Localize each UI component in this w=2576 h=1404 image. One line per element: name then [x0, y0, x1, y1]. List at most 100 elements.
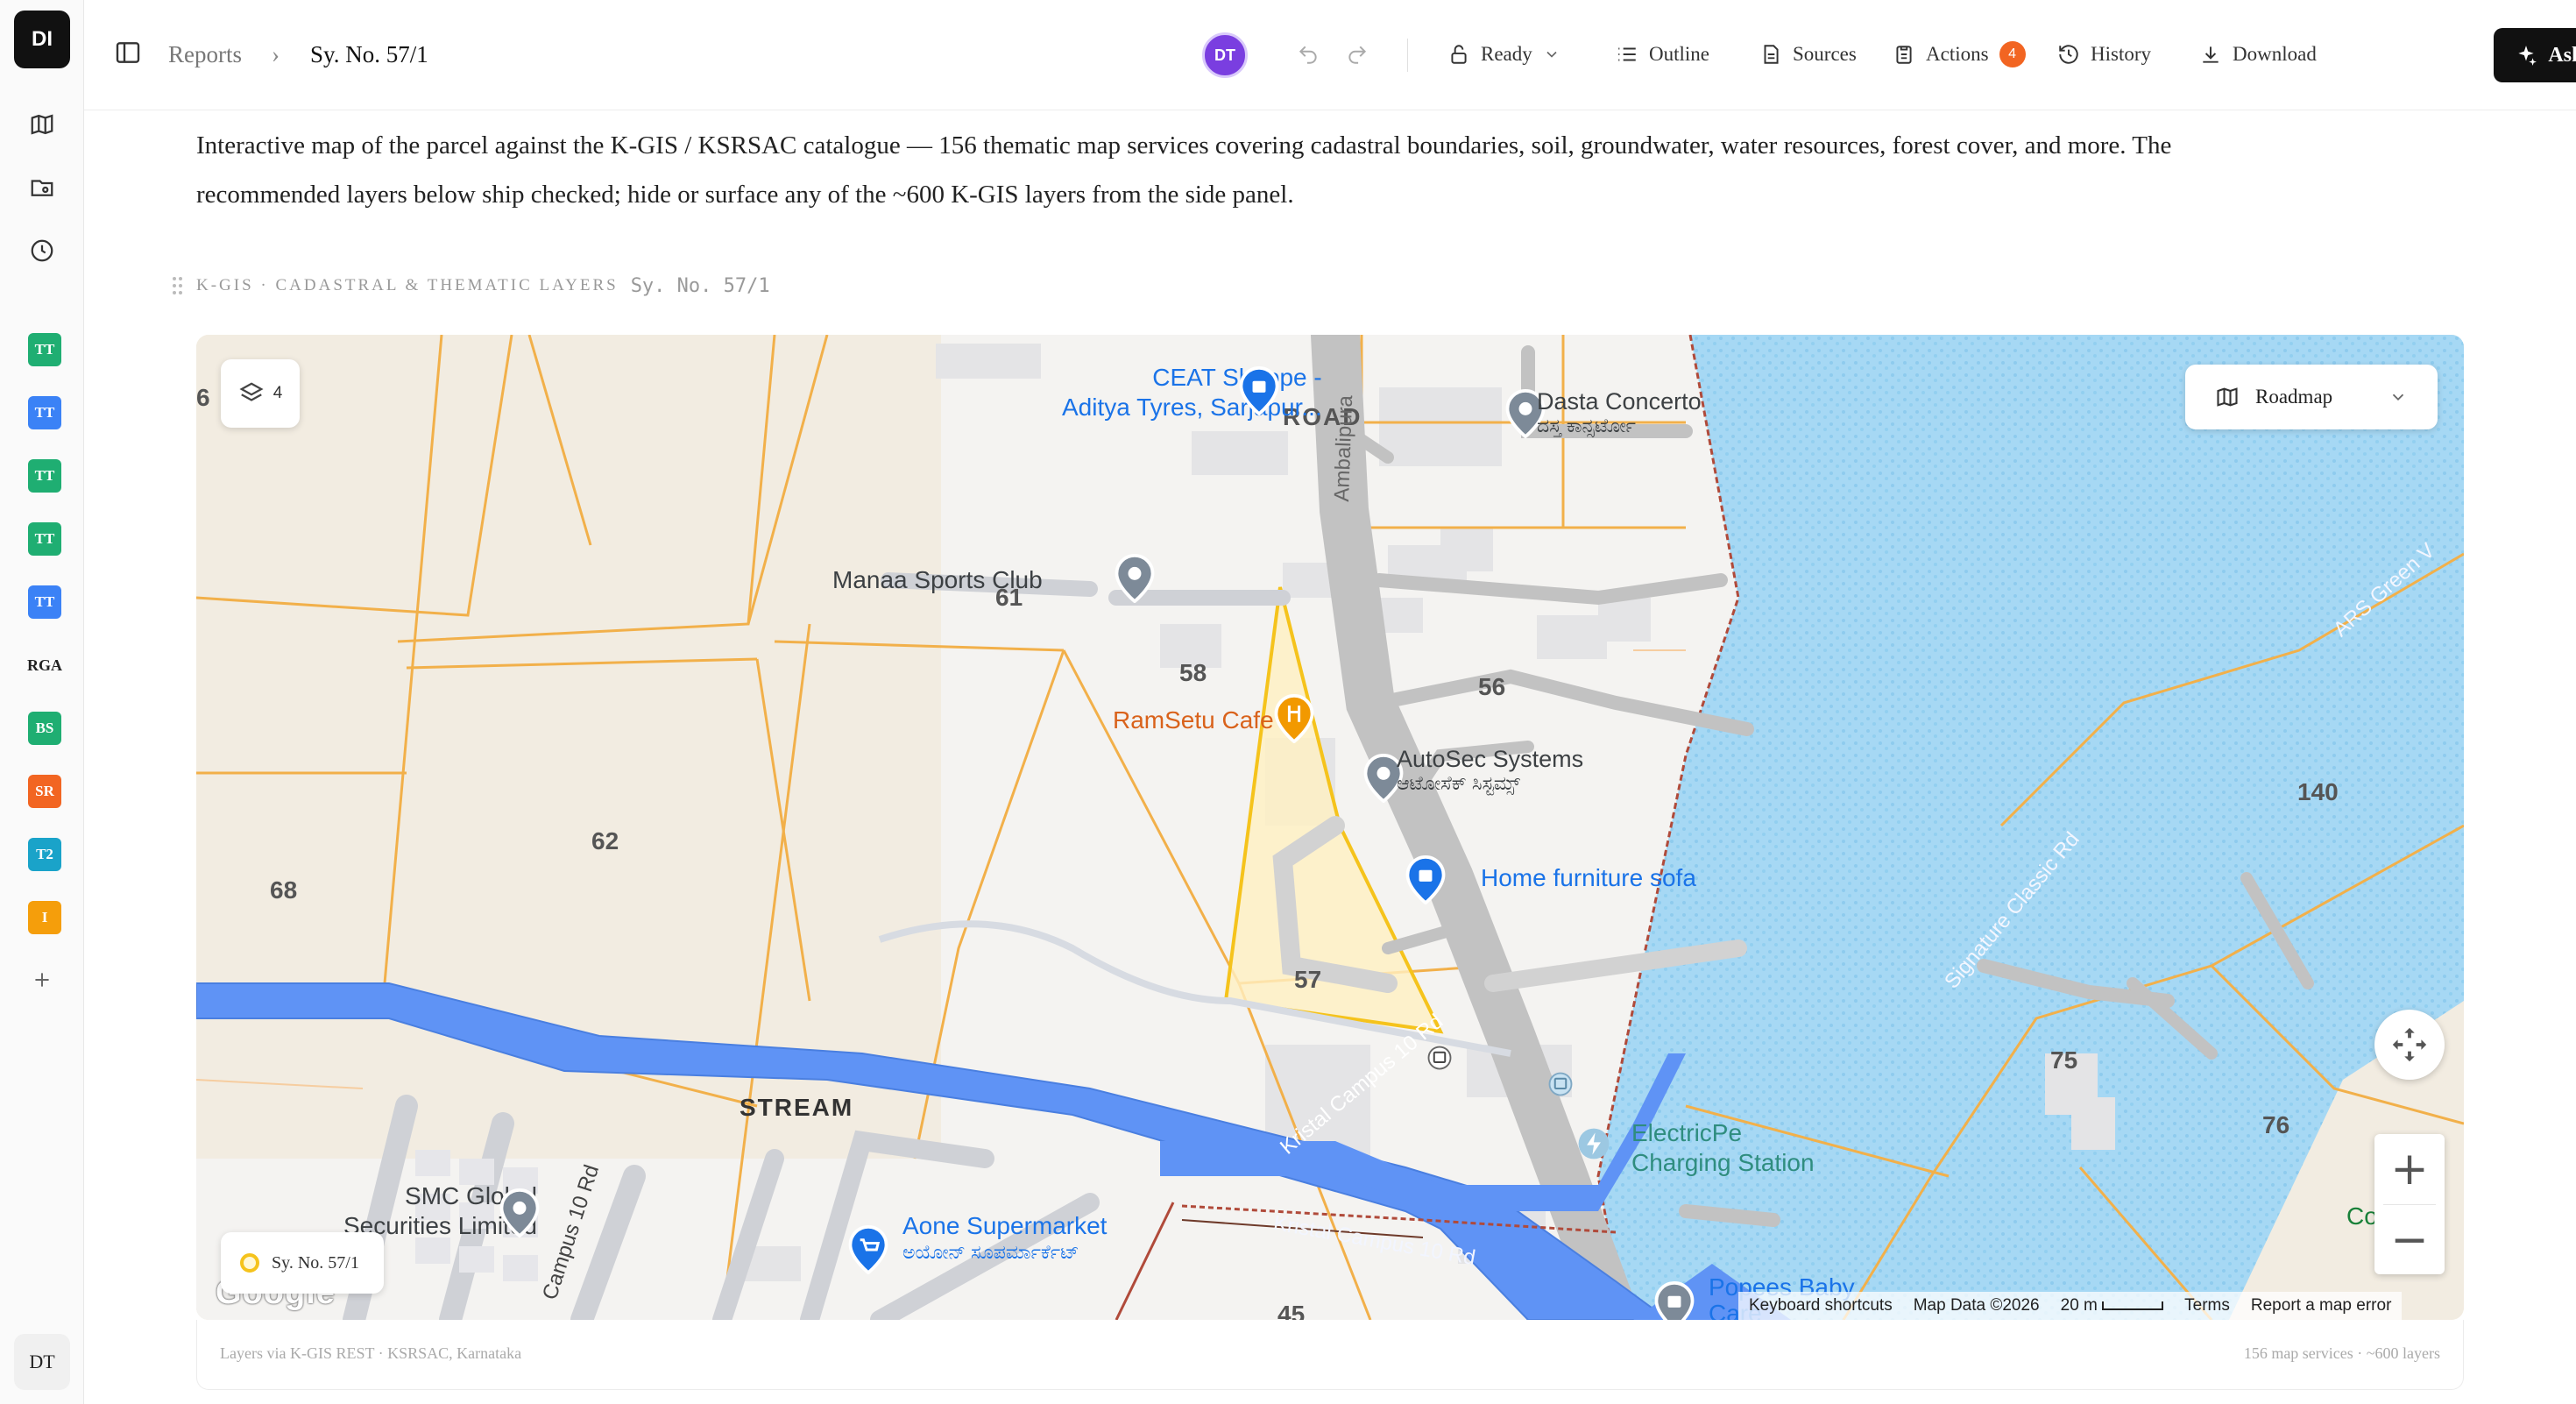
keyboard-shortcuts-link[interactable]: Keyboard shortcuts — [1749, 1296, 1893, 1315]
poi-electricpe[interactable]: ElectricPe Charging Station — [1631, 1118, 1815, 1178]
scale-bar — [2102, 1301, 2164, 1310]
section-label: K-GIS · CADASTRAL & THEMATIC LAYERS — [196, 276, 619, 294]
parcel-number: 76 — [2262, 1111, 2290, 1138]
place-pin-icon[interactable] — [499, 1188, 540, 1237]
layers-button[interactable]: 4 — [221, 359, 300, 428]
fullscreen-button[interactable] — [2374, 1010, 2445, 1080]
poi-aone-supermarket[interactable]: Aone Supermarket ಅಯೋನ್ ಸೂಪರ್ಮಾರ್ಕೆಟ್ — [902, 1213, 1107, 1266]
parcel-number: 56 — [1478, 673, 1506, 700]
shopping-pin-icon[interactable] — [1405, 855, 1446, 904]
map-icon — [2217, 387, 2238, 407]
map-footer: Layers via K-GIS REST · KSRSAC, Karnatak… — [196, 1320, 2464, 1390]
parcel-number: 45 — [1277, 1301, 1306, 1320]
bus-stop-icon[interactable] — [1426, 1045, 1453, 1071]
poi-ramsetu-cafe[interactable]: RamSetu Cafe — [1113, 706, 1274, 734]
history-button[interactable]: History — [2057, 33, 2151, 75]
sidebar-toggle-icon[interactable] — [114, 39, 145, 70]
undo-button[interactable] — [1297, 33, 1320, 75]
breadcrumb-current: Sy. No. 57/1 — [310, 41, 428, 67]
zoom-in-button[interactable]: + — [2374, 1134, 2445, 1204]
breadcrumb-reports[interactable]: Reports — [168, 39, 242, 70]
restaurant-pin-icon[interactable] — [1274, 694, 1314, 743]
terms-link[interactable]: Terms — [2184, 1296, 2230, 1315]
outline-button[interactable]: Outline — [1616, 33, 1709, 75]
fullscreen-icon — [2392, 1027, 2427, 1062]
workspace-tt-2[interactable]: TT — [28, 396, 61, 429]
sources-button[interactable]: Sources — [1759, 33, 1857, 75]
undo-icon — [1299, 46, 1317, 64]
breadcrumb-separator: › — [272, 41, 280, 67]
basemap-dropdown[interactable]: Roadmap — [2185, 365, 2438, 429]
document-icon — [1764, 45, 1779, 64]
workspace-t2[interactable]: T2 — [28, 838, 61, 871]
workspace-tt-5[interactable]: TT — [28, 585, 61, 619]
parcel-swatch — [240, 1253, 259, 1273]
scale-indicator[interactable]: 20 m — [2061, 1296, 2164, 1315]
parcel-number: 58 — [1179, 659, 1207, 686]
user-avatar[interactable]: DT — [14, 1334, 70, 1390]
toolbar-divider — [1407, 39, 1408, 72]
shopping-pin-icon[interactable] — [1654, 1281, 1695, 1320]
stream-label: STREAM — [740, 1094, 854, 1121]
intro-paragraph: Interactive map of the parcel against th… — [196, 121, 2404, 219]
road-label: Ambalipura — [1330, 394, 1358, 502]
ask-ai-button[interactable]: Ask AI — [2494, 28, 2576, 82]
ev-charging-icon[interactable] — [1577, 1127, 1610, 1160]
workspace-tt-4[interactable]: TT — [28, 522, 61, 556]
workspace-rga-logo[interactable]: RGA — [27, 649, 62, 682]
poi-dasta[interactable]: Dasta Concerto ದಸ್ತ ಕಾನ್ಸರ್ಟೋ — [1537, 389, 1702, 438]
shopping-pin-icon[interactable] — [1239, 366, 1279, 415]
actions-count-badge: 4 — [1999, 41, 2026, 67]
redo-icon — [1348, 46, 1367, 64]
section-survey-number: Sy. No. 57/1 — [630, 274, 770, 297]
download-button[interactable]: Download — [2199, 33, 2317, 75]
top-bar: Reports › Sy. No. 57/1 DT Ready Outline … — [84, 0, 2576, 110]
report-error-link[interactable]: Report a map error — [2251, 1296, 2392, 1315]
status-label: Ready — [1481, 43, 1532, 65]
parcel-chip-label: Sy. No. 57/1 — [272, 1252, 359, 1273]
layer-count: 4 — [272, 384, 283, 402]
drag-handle-icon[interactable] — [172, 275, 184, 296]
sparkle-icon — [2518, 46, 2537, 66]
layers-icon — [239, 382, 264, 401]
zoom-out-button[interactable]: − — [2374, 1205, 2445, 1275]
lock-open-icon — [1451, 45, 1467, 64]
parcel-legend-chip[interactable]: Sy. No. 57/1 — [221, 1232, 384, 1294]
intro-line-1: Interactive map of the parcel against th… — [196, 131, 2172, 160]
parcel-number: 62 — [591, 827, 619, 854]
app-logo[interactable]: DI — [14, 11, 70, 68]
app-rail: DI TT TT TT TT TT RGA BS SR T2 I DT — [0, 0, 84, 1404]
basemap-label: Roadmap — [2255, 386, 2333, 408]
layers-source-note: Layers via K-GIS REST · KSRSAC, Karnatak… — [220, 1344, 522, 1362]
bus-stop-icon[interactable] — [1547, 1071, 1574, 1097]
poi-ceat[interactable]: CEAT Shoppe - Aditya Tyres, Sarjapur... — [1062, 363, 1322, 422]
actions-button[interactable]: Actions 4 — [1893, 33, 2026, 75]
status-dropdown[interactable]: Ready — [1447, 33, 1560, 75]
map-attribution: Keyboard shortcuts Map Data ©2026 20 m T… — [1738, 1292, 2403, 1320]
poi-manaa-sports[interactable]: Manaa Sports Club — [832, 566, 1043, 594]
workspace-tt-3[interactable]: TT — [28, 459, 61, 493]
clock-icon[interactable] — [26, 235, 58, 266]
workspace-bs[interactable]: BS — [28, 712, 61, 745]
plus-icon[interactable] — [26, 964, 58, 996]
zoom-control: + − — [2374, 1134, 2445, 1274]
chevron-down-icon — [1546, 51, 1557, 58]
poi-home-furniture[interactable]: Home furniture sofa — [1481, 864, 1696, 892]
map-icon[interactable] — [26, 109, 58, 140]
map-canvas[interactable]: 6 61 58 56 62 68 57 140 75 76 45 ROAD Am… — [196, 335, 2464, 1320]
workspace-i[interactable]: I — [28, 901, 61, 934]
redo-button[interactable] — [1346, 33, 1369, 75]
parcel-number: 57 — [1294, 966, 1322, 993]
poi-autosec[interactable]: AutoSec Systems ಆಟೋಸೆಕ್ ಸಿಸ್ಟಮ್ಸ್ — [1397, 747, 1583, 796]
workspace-sr[interactable]: SR — [28, 775, 61, 808]
layers-count-note: 156 map services · ~600 layers — [2243, 1344, 2440, 1362]
parcel-number: 140 — [2297, 778, 2339, 805]
clipboard-icon — [1896, 46, 1912, 64]
collaborator-avatar[interactable]: DT — [1202, 32, 1248, 78]
cart-pin-icon[interactable] — [848, 1225, 888, 1274]
history-icon — [2059, 45, 2078, 64]
intro-line-2: recommended layers below ship checked; h… — [196, 181, 1294, 209]
place-pin-icon[interactable] — [1115, 554, 1155, 603]
folder-pin-icon[interactable] — [26, 172, 58, 203]
workspace-tt-1[interactable]: TT — [28, 333, 61, 366]
